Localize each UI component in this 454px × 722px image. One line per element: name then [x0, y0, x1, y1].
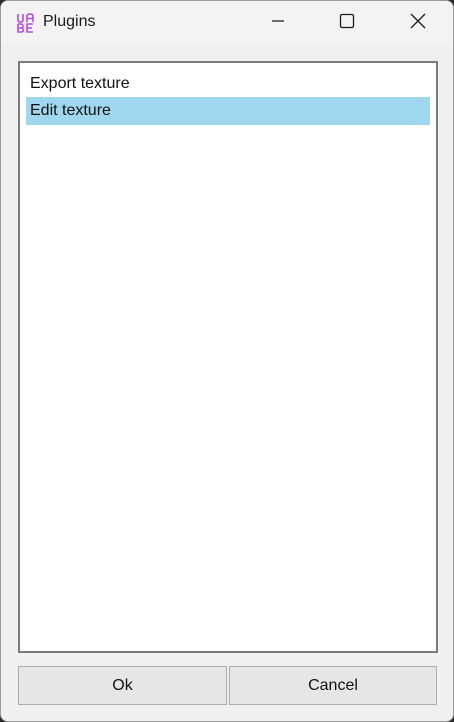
minimize-icon [271, 14, 285, 33]
title-bar[interactable]: Plugins [1, 1, 453, 45]
list-item-export-texture[interactable]: Export texture [26, 70, 430, 98]
maximize-button[interactable] [324, 1, 370, 45]
plugin-listbox[interactable]: Export texture Edit texture [18, 61, 438, 653]
window-title: Plugins [43, 13, 96, 30]
maximize-icon [339, 13, 355, 34]
plugins-dialog: Plugins Export texture Edit texture Ok C… [0, 0, 454, 722]
dialog-client-area: Export texture Edit texture Ok Cancel [1, 45, 453, 721]
close-button[interactable] [395, 1, 441, 45]
ok-button[interactable]: Ok [18, 666, 227, 705]
list-item-edit-texture[interactable]: Edit texture [26, 97, 430, 125]
minimize-button[interactable] [255, 1, 301, 45]
close-icon [410, 13, 426, 34]
cancel-button[interactable]: Cancel [229, 666, 437, 705]
uabe-logo-icon [16, 12, 36, 34]
